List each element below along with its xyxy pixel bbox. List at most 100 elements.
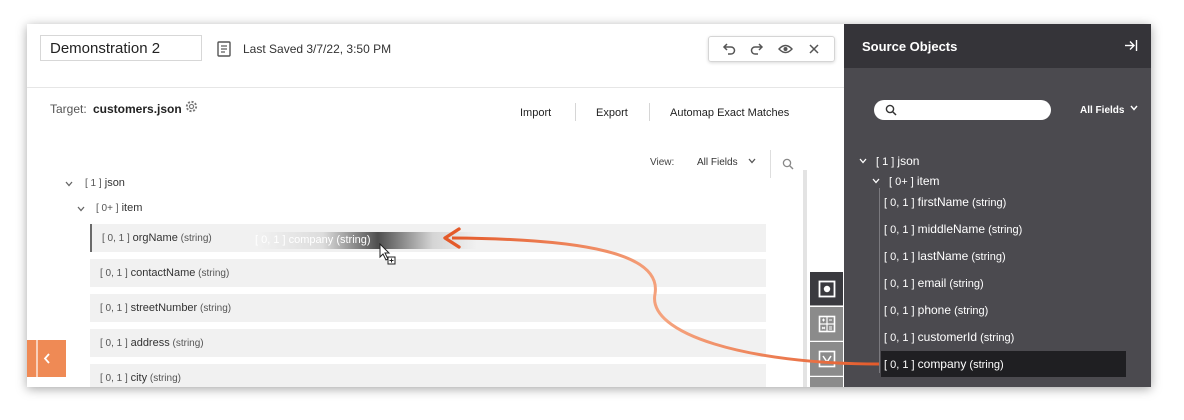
target-file-name: customers.json [93, 102, 182, 116]
field-cardinality: [ 0, 1 ] [884, 359, 915, 371]
chevron-down-icon[interactable] [748, 158, 756, 164]
target-scrollbar[interactable] [803, 170, 807, 387]
chevron-left-icon [43, 353, 50, 364]
field-type: (string) [980, 332, 1015, 344]
field-type: (string) [971, 251, 1006, 263]
view-select[interactable]: All Fields [697, 157, 738, 168]
field-cardinality: [ 0, 1 ] [884, 251, 915, 263]
source-field-email[interactable]: [ 0, 1 ] email (string) [881, 270, 1126, 296]
undo-button[interactable] [720, 40, 738, 58]
import-button[interactable]: Import [520, 107, 551, 119]
close-button[interactable] [805, 40, 823, 58]
target-field-streetnumber[interactable]: [ 0, 1 ] streetNumber (string) [90, 294, 766, 322]
field-type: (string) [988, 224, 1023, 236]
chevron-down-icon[interactable] [77, 206, 85, 212]
field-cardinality: [ 0, 1 ] [884, 278, 915, 290]
field-type: (string) [172, 338, 204, 349]
variables-tab[interactable] [810, 342, 843, 376]
drag-ghost-label: [ 0, 1 ] company (string) [255, 234, 371, 246]
tree-guide-line [879, 188, 880, 373]
tree-node-cardinality: [ 1 ] [85, 178, 102, 189]
field-name: lastName [917, 249, 969, 263]
field-name: streetNumber [130, 302, 198, 314]
source-search-input[interactable] [874, 100, 1051, 120]
source-node-json[interactable]: [ 1 ] json [876, 154, 919, 168]
mapping-editor: Demonstration 2 Last Saved 3/7/22, 3:50 … [27, 24, 1151, 387]
field-name: orgName [132, 232, 178, 244]
export-button[interactable]: Export [596, 107, 628, 119]
field-cardinality: [ 0, 1 ] [884, 197, 915, 209]
functions-tab[interactable] [810, 307, 843, 341]
header-divider [27, 87, 844, 88]
field-cardinality: [ 0, 1 ] [100, 373, 128, 384]
field-type: (string) [200, 303, 232, 314]
field-cardinality: [ 0, 1 ] [100, 268, 128, 279]
tree-node-name: json [104, 177, 125, 189]
field-name: email [917, 276, 947, 290]
source-field-company[interactable]: [ 0, 1 ] company (string) [881, 351, 1126, 377]
source-node-item[interactable]: [ 0+ ] item [889, 174, 940, 188]
tree-node-name: item [121, 202, 143, 214]
redo-icon [751, 43, 764, 55]
search-icon[interactable] [782, 158, 794, 170]
field-name: firstName [917, 195, 969, 209]
source-field-firstname[interactable]: [ 0, 1 ] firstName (string) [881, 189, 1126, 215]
source-field-phone[interactable]: [ 0, 1 ] phone (string) [881, 297, 1126, 323]
undo-icon [723, 43, 736, 55]
redo-button[interactable] [748, 40, 766, 58]
field-name: phone [917, 303, 952, 317]
more-tab[interactable] [810, 377, 843, 387]
field-type: (string) [972, 197, 1007, 209]
variable-box-icon [818, 350, 835, 367]
field-name: company [917, 357, 967, 371]
field-type: (string) [969, 359, 1004, 371]
source-filter-select[interactable]: All Fields [1080, 105, 1124, 116]
collapse-left-panel-button[interactable] [27, 340, 66, 377]
source-field-lastname[interactable]: [ 0, 1 ] lastName (string) [881, 243, 1126, 269]
editor-toolbar [708, 36, 835, 62]
panel-header: Source Objects [844, 24, 1151, 68]
source-objects-panel: Source Objects All Fields [ 1 ] json [ 0… [844, 24, 1151, 387]
field-name: address [130, 337, 170, 349]
calculator-icon [818, 315, 835, 332]
tree-node-cardinality: [ 1 ] [876, 156, 895, 168]
field-cardinality: [ 0, 1 ] [884, 305, 915, 317]
source-field-customerid[interactable]: [ 0, 1 ] customerId (string) [881, 324, 1126, 350]
source-field-middlename[interactable]: [ 0, 1 ] middleName (string) [881, 216, 1126, 242]
field-type: (string) [149, 373, 181, 384]
target-field-contactname[interactable]: [ 0, 1 ] contactName (string) [90, 259, 766, 287]
action-separator [575, 103, 576, 121]
field-name: city [130, 372, 148, 384]
gear-icon[interactable] [184, 99, 199, 114]
field-cardinality: [ 0, 1 ] [100, 303, 128, 314]
field-cardinality: [ 0, 1 ] [100, 338, 128, 349]
tree-node-item[interactable]: [ 0+ ] item [96, 202, 142, 214]
chevron-down-icon[interactable] [872, 178, 880, 184]
chevron-down-icon[interactable] [1130, 105, 1138, 111]
chevron-down-icon[interactable] [859, 158, 867, 164]
notes-icon[interactable] [217, 41, 231, 57]
tree-node-name: json [897, 154, 920, 168]
tree-node-cardinality: [ 0+ ] [96, 203, 119, 214]
chevron-down-icon[interactable] [65, 181, 73, 187]
view-separator [770, 150, 771, 178]
tree-node-json[interactable]: [ 1 ] json [85, 177, 125, 189]
collapse-panel-icon[interactable] [1124, 39, 1138, 52]
tree-node-name: item [916, 174, 940, 188]
target-field-address[interactable]: [ 0, 1 ] address (string) [90, 329, 766, 357]
field-cardinality: [ 0, 1 ] [102, 233, 130, 244]
last-saved-text: Last Saved 3/7/22, 3:50 PM [243, 42, 392, 56]
preview-button[interactable] [777, 40, 795, 58]
source-objects-tab[interactable] [810, 272, 843, 306]
automap-button[interactable]: Automap Exact Matches [670, 107, 789, 119]
close-icon [809, 44, 819, 54]
field-name: customerId [917, 330, 977, 344]
target-label: Target: [50, 102, 87, 116]
eye-icon [778, 44, 794, 54]
field-name: contactName [130, 267, 196, 279]
field-type: (string) [954, 305, 989, 317]
target-field-city[interactable]: [ 0, 1 ] city (string) [90, 364, 766, 387]
field-cardinality: [ 0, 1 ] [884, 224, 915, 236]
project-name-field[interactable]: Demonstration 2 [40, 35, 202, 61]
left-tab-divider [36, 340, 38, 377]
